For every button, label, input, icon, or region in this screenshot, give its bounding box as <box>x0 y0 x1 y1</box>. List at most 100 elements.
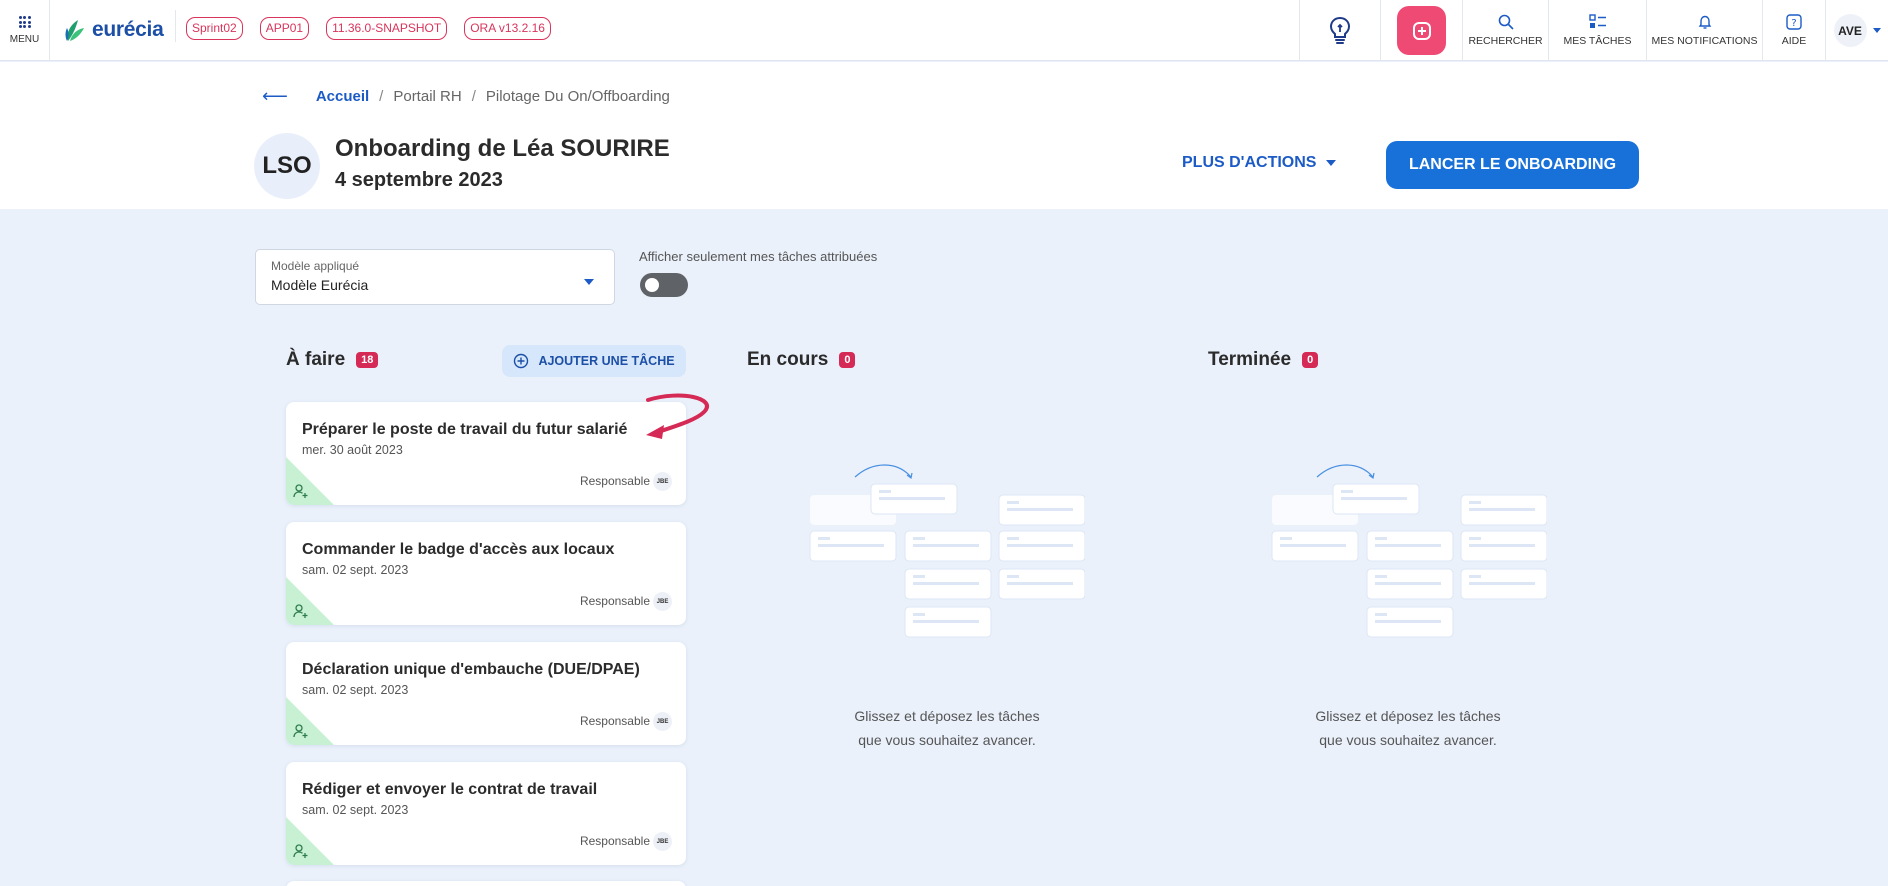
ideas-button[interactable] <box>1299 0 1380 61</box>
chevron-down-icon <box>1326 160 1337 166</box>
search-button[interactable]: RECHERCHER <box>1462 0 1548 61</box>
empty-column-illustration <box>809 464 1085 638</box>
add-user-icon[interactable] <box>293 843 309 859</box>
breadcrumb-current: Pilotage Du On/Offboarding <box>485 88 670 105</box>
assignee-avatar: JBE <box>653 712 672 731</box>
top-tools: RECHERCHER MES TÂCHES MES NOTIFICATIONS … <box>1299 0 1888 61</box>
search-icon <box>1498 14 1514 30</box>
chevron-down-icon <box>1872 27 1881 33</box>
plus-square-icon <box>1397 6 1446 55</box>
task-title: Préparer le poste de travail du futur sa… <box>302 421 628 438</box>
lightbulb-icon <box>1329 16 1351 44</box>
task-card[interactable]: Déclaration unique d'embauche (DUE/DPAE)… <box>286 642 686 745</box>
env-tags: Sprint02 APP01 11.36.0-SNAPSHOT ORA v13.… <box>175 10 551 42</box>
top-bar: MENU eurécia Sprint02 APP01 11.36.0-SNAP… <box>0 0 1888 61</box>
task-role: Responsable <box>579 714 650 728</box>
task-date: sam. 02 sept. 2023 <box>302 563 409 577</box>
task-card[interactable]: Rédiger et envoyer le contrat de travail… <box>286 762 686 865</box>
quick-add-button[interactable] <box>1380 0 1462 61</box>
task-date: sam. 02 sept. 2023 <box>302 803 409 817</box>
app-logo[interactable]: eurécia <box>64 15 164 45</box>
tasks-icon <box>1588 14 1606 28</box>
empty-message-line2: que vous souhaitez avancer. <box>858 732 1036 748</box>
breadcrumb-home[interactable]: Accueil <box>316 88 369 105</box>
toggle-knob <box>645 278 659 292</box>
my-tasks-toggle[interactable] <box>640 273 688 297</box>
empty-message-line1: Glissez et déposez les tâches <box>1315 708 1501 724</box>
page-title: Onboarding de Léa SOURIRE <box>335 135 670 162</box>
add-user-icon[interactable] <box>293 723 309 739</box>
column-title-in-progress: En cours <box>747 349 829 370</box>
task-card[interactable]: Commander le badge d'accès aux locaux sa… <box>286 522 686 625</box>
bell-icon <box>1698 15 1711 29</box>
help-label: AIDE <box>1781 35 1807 47</box>
breadcrumb: ⟵ Accueil / Portail RH / Pilotage Du On/… <box>262 86 670 107</box>
launch-onboarding-button[interactable]: LANCER LE ONBOARDING <box>1386 141 1639 189</box>
empty-message-line1: Glissez et déposez les tâches <box>854 708 1040 724</box>
task-role: Responsable <box>579 594 650 608</box>
back-arrow-icon[interactable]: ⟵ <box>262 86 288 107</box>
my-tasks-toggle-label: Afficher seulement mes tâches attribuées <box>639 249 878 264</box>
task-role: Responsable <box>579 474 650 488</box>
add-task-button[interactable]: AJOUTER UNE TÂCHE <box>502 345 686 377</box>
search-label: RECHERCHER <box>1468 35 1543 47</box>
env-tag-version: 11.36.0-SNAPSHOT <box>326 17 448 40</box>
add-circle-icon <box>514 353 529 369</box>
empty-column-message: Glissez et déposez les tâches que vous s… <box>797 704 1097 752</box>
notifications-label: MES NOTIFICATIONS <box>1651 35 1758 47</box>
onboarding-date: 4 septembre 2023 <box>335 169 503 191</box>
add-task-label: AJOUTER UNE TÂCHE <box>538 354 675 368</box>
column-header-in-progress: En cours 0 <box>747 349 856 371</box>
logo-text: eurécia <box>92 18 164 41</box>
task-date: sam. 02 sept. 2023 <box>302 683 409 697</box>
assignee-avatar: JBE <box>653 472 672 491</box>
env-tag-app: APP01 <box>259 17 310 40</box>
env-tag-ora: ORA v13.2.16 <box>464 17 551 40</box>
help-icon: ? <box>1786 14 1802 30</box>
menu-icon <box>18 16 31 28</box>
add-user-icon[interactable] <box>293 603 309 619</box>
column-header-todo: À faire 18 <box>286 349 379 371</box>
task-title: Rédiger et envoyer le contrat de travail <box>302 781 598 798</box>
logo-leaf-icon <box>65 20 84 41</box>
page-header: ⟵ Accueil / Portail RH / Pilotage Du On/… <box>0 62 1888 209</box>
model-select-value: Modèle Eurécia <box>271 277 369 293</box>
menu-button[interactable]: MENU <box>0 0 50 61</box>
my-tasks-button[interactable]: MES TÂCHES <box>1548 0 1646 61</box>
task-date: mer. 30 août 2023 <box>302 443 403 457</box>
task-title: Commander le badge d'accès aux locaux <box>302 541 615 558</box>
notifications-button[interactable]: MES NOTIFICATIONS <box>1646 0 1762 61</box>
employee-avatar: LSO <box>254 133 320 199</box>
empty-column-illustration <box>1271 464 1547 638</box>
chevron-down-icon <box>584 279 594 285</box>
empty-column-message: Glissez et déposez les tâches que vous s… <box>1258 704 1558 752</box>
column-header-done: Terminée 0 <box>1208 349 1319 371</box>
avatar: AVE <box>1833 14 1867 47</box>
breadcrumb-separator: / <box>471 88 476 105</box>
add-user-icon[interactable] <box>293 483 309 499</box>
task-role: Responsable <box>579 834 650 848</box>
column-title-done: Terminée <box>1208 349 1292 370</box>
count-badge-in-progress: 0 <box>839 352 856 368</box>
task-card[interactable]: Préparer le poste de travail du futur sa… <box>286 402 686 505</box>
help-button[interactable]: ? AIDE <box>1762 0 1825 61</box>
curved-arrow-icon <box>646 393 709 439</box>
more-actions-label: PLUS D'ACTIONS <box>1182 154 1317 171</box>
menu-label: MENU <box>9 34 40 45</box>
my-tasks-label: MES TÂCHES <box>1563 35 1632 47</box>
model-select[interactable]: Modèle appliqué Modèle Eurécia <box>255 249 615 305</box>
task-title: Déclaration unique d'embauche (DUE/DPAE) <box>302 661 640 678</box>
count-badge-done: 0 <box>1302 352 1319 368</box>
assignee-avatar: JBE <box>653 832 672 851</box>
assignee-avatar: JBE <box>653 592 672 611</box>
column-title-todo: À faire <box>286 349 346 370</box>
svg-text:?: ? <box>1791 18 1796 29</box>
count-badge-todo: 18 <box>356 352 379 368</box>
breadcrumb-separator: / <box>379 88 384 105</box>
env-tag-sprint: Sprint02 <box>186 17 243 40</box>
empty-message-line2: que vous souhaitez avancer. <box>1319 732 1497 748</box>
task-card[interactable] <box>286 881 686 886</box>
more-actions-button[interactable]: PLUS D'ACTIONS <box>1182 154 1337 172</box>
user-menu[interactable]: AVE <box>1825 0 1888 61</box>
breadcrumb-portal[interactable]: Portail RH <box>393 88 461 105</box>
